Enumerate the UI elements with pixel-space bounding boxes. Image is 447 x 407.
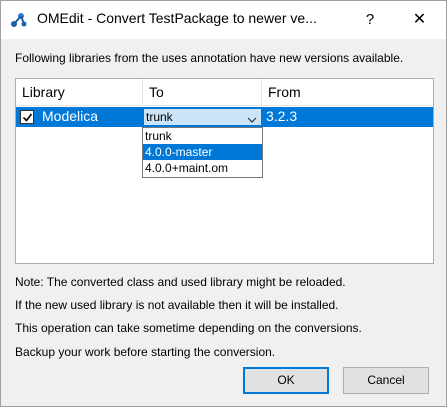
library-name: Modelica (42, 108, 99, 124)
column-header-to[interactable]: To (143, 79, 262, 106)
to-version-combobox[interactable]: trunk (143, 108, 262, 126)
ok-button[interactable]: OK (243, 367, 329, 394)
dialog-heading: Following libraries from the uses annota… (15, 51, 404, 65)
column-header-library[interactable]: Library (16, 79, 143, 106)
note-line: Note: The converted class and used libra… (15, 275, 346, 289)
note-line: Backup your work before starting the con… (15, 345, 276, 359)
column-header-from[interactable]: From (262, 79, 434, 106)
help-button[interactable]: ? (347, 1, 393, 39)
note-line: If the new used library is not available… (15, 298, 339, 312)
table-header: Library To From (16, 79, 433, 106)
close-button[interactable]: ✕ (393, 1, 446, 39)
library-checkbox[interactable] (20, 110, 34, 124)
version-dropdown-list: trunk 4.0.0-master 4.0.0+maint.om (142, 127, 263, 178)
from-version-cell: 3.2.3 (266, 108, 298, 124)
window-title: OMEdit - Convert TestPackage to newer ve… (37, 10, 317, 26)
convert-dialog: OMEdit - Convert TestPackage to newer ve… (0, 0, 447, 407)
library-cell: Modelica (16, 107, 143, 127)
cancel-button[interactable]: Cancel (343, 367, 429, 394)
combobox-value: trunk (146, 110, 173, 124)
checkmark-icon (22, 113, 33, 122)
omedit-logo-icon (10, 11, 28, 29)
note-line: This operation can take sometime dependi… (15, 321, 362, 335)
title-bar[interactable]: OMEdit - Convert TestPackage to newer ve… (1, 1, 446, 39)
table-row[interactable]: Modelica trunk 3.2.3 (16, 107, 433, 127)
dropdown-option[interactable]: 4.0.0+maint.om (143, 160, 262, 176)
dropdown-option[interactable]: trunk (143, 128, 262, 144)
dropdown-option-highlighted[interactable]: 4.0.0-master (143, 144, 262, 160)
